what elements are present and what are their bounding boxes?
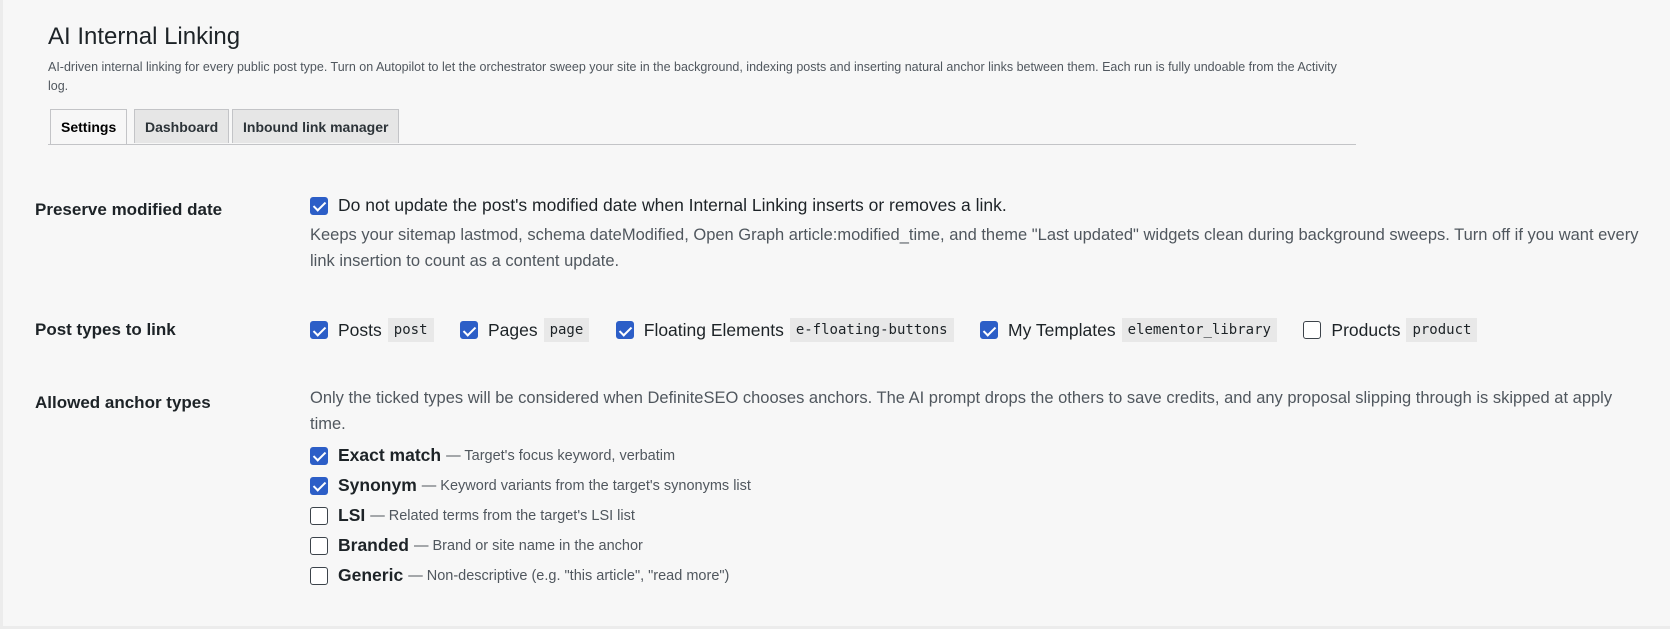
- post-type-products-slug: product: [1406, 318, 1478, 342]
- tab-dashboard[interactable]: Dashboard: [134, 109, 230, 143]
- post-type-posts[interactable]: Posts post: [310, 318, 434, 342]
- post-type-my-templates-slug: elementor_library: [1121, 318, 1277, 342]
- anchor-type-generic-desc: — Non-descriptive (e.g. "this article", …: [408, 567, 730, 584]
- post-type-floating-elements-checkbox[interactable]: [615, 321, 634, 339]
- post-type-posts-checkbox[interactable]: [310, 321, 328, 339]
- tab-bar: Settings Dashboard Inbound link manager: [48, 109, 1356, 145]
- post-type-my-templates[interactable]: My Templates elementor_library: [980, 318, 1277, 342]
- anchor-type-exact-match-checkbox[interactable]: [310, 446, 328, 465]
- left-border: [0, 0, 3, 629]
- post-type-pages[interactable]: Pages page: [459, 318, 590, 342]
- anchor-type-generic-name: Generic: [338, 565, 404, 585]
- anchor-type-branded-checkbox[interactable]: [310, 536, 328, 555]
- anchor-type-exact-match-desc: — Target's focus keyword, verbatim: [446, 447, 676, 464]
- preserve-modified-date-help: Keeps your sitemap lastmod, schema dateM…: [310, 226, 1639, 270]
- preserve-modified-date-checkbox[interactable]: [310, 196, 328, 215]
- anchor-type-lsi-desc: — Related terms from the target's LSI li…: [370, 507, 635, 524]
- post-type-floating-elements[interactable]: Floating Elements e-floating-buttons: [615, 318, 954, 342]
- post-type-floating-elements-label: Floating Elements: [643, 319, 784, 340]
- anchor-type-synonym-name: Synonym: [338, 475, 417, 495]
- tab-inbound-link-manager[interactable]: Inbound link manager: [232, 109, 400, 143]
- anchor-type-lsi[interactable]: LSI — Related terms from the target's LS…: [310, 505, 635, 526]
- anchor-type-lsi-checkbox[interactable]: [310, 506, 328, 525]
- post-type-pages-slug: page: [543, 318, 590, 342]
- anchor-type-synonym-desc: — Keyword variants from the target's syn…: [421, 477, 751, 494]
- anchor-types-help: Only the ticked types will be considered…: [310, 389, 1613, 433]
- anchor-type-synonym[interactable]: Synonym — Keyword variants from the targ…: [310, 475, 751, 496]
- post-types-label: Post types to link: [35, 320, 176, 339]
- anchor-type-synonym-checkbox[interactable]: [310, 476, 328, 495]
- anchor-types-label: Allowed anchor types: [35, 393, 211, 412]
- post-type-posts-slug: post: [387, 318, 434, 342]
- anchor-type-generic[interactable]: Generic — Non-descriptive (e.g. "this ar…: [310, 565, 729, 586]
- anchor-type-branded[interactable]: Branded — Brand or site name in the anch…: [310, 535, 643, 556]
- preserve-modified-date-label: Preserve modified date: [35, 200, 223, 219]
- post-type-pages-label: Pages: [487, 319, 538, 340]
- post-type-posts-label: Posts: [338, 319, 382, 340]
- post-type-products-label: Products: [1331, 319, 1401, 340]
- post-type-products[interactable]: Products product: [1303, 318, 1478, 342]
- post-type-products-checkbox[interactable]: [1303, 321, 1322, 339]
- post-type-pages-checkbox[interactable]: [459, 321, 478, 339]
- preserve-modified-date-option: Do not update the post's modified date w…: [310, 195, 1007, 216]
- post-type-my-templates-label: My Templates: [1008, 319, 1116, 340]
- anchor-type-exact-match-name: Exact match: [338, 445, 442, 465]
- post-type-my-templates-checkbox[interactable]: [980, 321, 998, 339]
- page-description: AI-driven internal linking for every pub…: [48, 60, 1337, 93]
- page-header: AI Internal Linking AI-driven internal l…: [48, 22, 1356, 96]
- post-types-options: Posts post Pages page Floating Elements …: [310, 318, 1499, 344]
- anchor-type-generic-checkbox[interactable]: [310, 566, 328, 585]
- preserve-modified-date-checkbox-label: Do not update the post's modified date w…: [338, 195, 1007, 215]
- page-title: AI Internal Linking: [48, 23, 241, 50]
- anchor-type-lsi-name: LSI: [338, 505, 366, 525]
- anchor-type-branded-desc: — Brand or site name in the anchor: [413, 537, 643, 554]
- tab-settings[interactable]: Settings: [50, 109, 128, 144]
- post-type-floating-elements-slug: e-floating-buttons: [789, 318, 954, 342]
- anchor-type-exact-match[interactable]: Exact match — Target's focus keyword, ve…: [310, 445, 675, 466]
- anchor-type-branded-name: Branded: [338, 535, 409, 555]
